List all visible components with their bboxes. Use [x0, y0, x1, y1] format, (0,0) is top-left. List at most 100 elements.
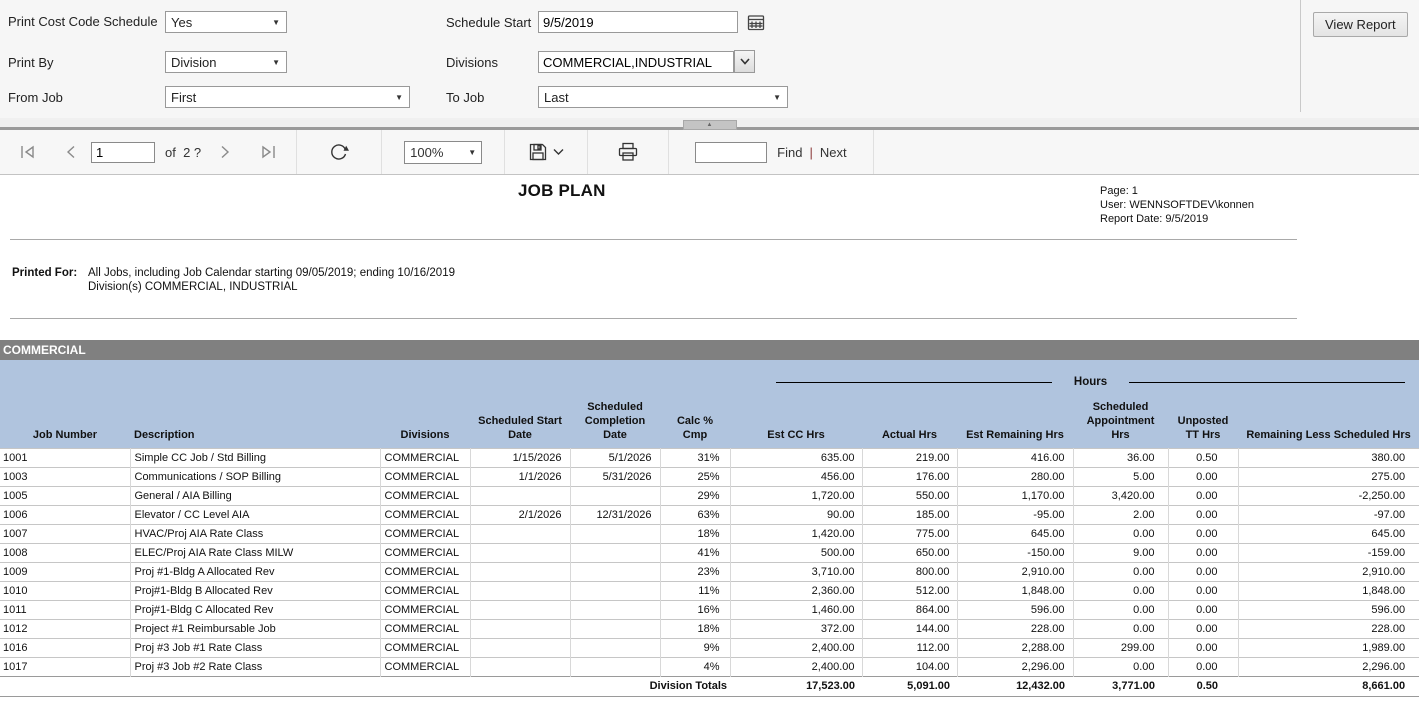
cell-scheduled-start-date [470, 619, 570, 638]
cell-remaining-less-scheduled-hrs: 596.00 [1238, 600, 1419, 619]
col-actual-hrs: Actual Hrs [862, 396, 957, 448]
view-report-button[interactable]: View Report [1313, 12, 1408, 37]
col-scheduled-start-date: Scheduled Start Date [470, 396, 570, 448]
col-est-cc-hrs: Est CC Hrs [730, 396, 862, 448]
zoom-select[interactable]: 100% ▼ [404, 141, 482, 164]
cell-actual-hrs: 512.00 [862, 581, 957, 600]
cell-divisions: COMMERCIAL [380, 448, 470, 467]
print-icon[interactable] [610, 138, 646, 166]
hours-group-spacer [0, 360, 730, 396]
toolbar-separator [873, 130, 874, 174]
total-scheduled-appointment-hrs: 3,771.00 [1073, 676, 1168, 696]
last-page-button[interactable] [253, 140, 284, 164]
cell-calc-pct-cmp: 29% [660, 486, 730, 505]
to-job-select[interactable]: Last ▼ [538, 86, 788, 108]
cell-actual-hrs: 800.00 [862, 562, 957, 581]
previous-page-button[interactable] [57, 140, 85, 164]
printed-for-block: Printed For: All Jobs, including Job Cal… [12, 266, 455, 294]
cell-actual-hrs: 104.00 [862, 657, 957, 676]
table-row: 1006Elevator / CC Level AIACOMMERCIAL2/1… [0, 505, 1419, 524]
table-row: 1011Proj#1-Bldg C Allocated RevCOMMERCIA… [0, 600, 1419, 619]
divisions-dropdown-button[interactable] [734, 50, 755, 73]
cell-unposted-tt-hrs: 0.00 [1168, 505, 1238, 524]
cell-scheduled-appointment-hrs: 36.00 [1073, 448, 1168, 467]
cell-unposted-tt-hrs: 0.00 [1168, 581, 1238, 600]
report-title: JOB PLAN [518, 181, 606, 201]
cell-unposted-tt-hrs: 0.00 [1168, 467, 1238, 486]
cell-job-number: 1016 [0, 638, 130, 657]
cell-scheduled-start-date [470, 657, 570, 676]
print-cost-code-schedule-select[interactable]: Yes ▼ [165, 11, 287, 33]
cell-unposted-tt-hrs: 0.50 [1168, 448, 1238, 467]
export-group [505, 130, 587, 174]
cell-scheduled-start-date [470, 581, 570, 600]
cell-actual-hrs: 550.00 [862, 486, 957, 505]
first-page-button[interactable] [12, 140, 43, 164]
cell-scheduled-start-date: 1/15/2026 [470, 448, 570, 467]
cell-scheduled-start-date [470, 638, 570, 657]
cell-est-remaining-hrs: 596.00 [957, 600, 1073, 619]
total-remaining-less-scheduled-hrs: 8,661.00 [1238, 676, 1419, 696]
report-toolbar: of 2 ? 100% ▼ [0, 130, 1419, 175]
cell-remaining-less-scheduled-hrs: 2,296.00 [1238, 657, 1419, 676]
cell-description: Proj #1-Bldg A Allocated Rev [130, 562, 380, 581]
cell-scheduled-start-date [470, 486, 570, 505]
cell-scheduled-completion-date [570, 638, 660, 657]
col-unposted-tt-hrs: Unposted TT Hrs [1168, 396, 1238, 448]
divisions-input[interactable] [538, 51, 734, 73]
cell-scheduled-completion-date: 5/1/2026 [570, 448, 660, 467]
schedule-start-input[interactable] [538, 11, 738, 33]
save-export-button[interactable] [521, 138, 571, 166]
print-by-label: Print By [8, 55, 54, 70]
collapse-parameters-handle[interactable]: ▲ [683, 120, 737, 130]
page-navigation-group: of 2 ? [0, 130, 296, 174]
zoom-group: 100% ▼ [382, 130, 504, 174]
cell-scheduled-completion-date [570, 543, 660, 562]
cell-description: Proj #3 Job #1 Rate Class [130, 638, 380, 657]
cell-calc-pct-cmp: 18% [660, 619, 730, 638]
cell-est-remaining-hrs: -150.00 [957, 543, 1073, 562]
cell-est-cc-hrs: 3,710.00 [730, 562, 862, 581]
page-count-label: of 2 ? [165, 145, 201, 160]
cell-description: Simple CC Job / Std Billing [130, 448, 380, 467]
next-button[interactable]: Next [820, 145, 847, 160]
chevron-down-icon: ▼ [272, 18, 280, 27]
cell-remaining-less-scheduled-hrs: 645.00 [1238, 524, 1419, 543]
cell-est-remaining-hrs: 645.00 [957, 524, 1073, 543]
cell-actual-hrs: 185.00 [862, 505, 957, 524]
hours-rule-right [1129, 382, 1405, 383]
refresh-icon[interactable] [321, 137, 357, 167]
cell-job-number: 1001 [0, 448, 130, 467]
page-number-input[interactable] [91, 142, 155, 163]
print-cost-code-schedule-label: Print Cost Code Schedule [8, 14, 158, 29]
cell-scheduled-start-date [470, 543, 570, 562]
find-input[interactable] [695, 142, 767, 163]
calendar-icon[interactable] [747, 13, 765, 34]
from-job-select[interactable]: First ▼ [165, 86, 410, 108]
table-row: 1005General / AIA BillingCOMMERCIAL29%1,… [0, 486, 1419, 505]
cell-unposted-tt-hrs: 0.00 [1168, 657, 1238, 676]
cell-scheduled-appointment-hrs: 0.00 [1073, 600, 1168, 619]
col-remaining-less-scheduled-hrs: Remaining Less Scheduled Hrs [1238, 396, 1419, 448]
total-est-cc-hrs: 17,523.00 [730, 676, 862, 696]
cell-scheduled-appointment-hrs: 0.00 [1073, 524, 1168, 543]
cell-scheduled-completion-date [570, 600, 660, 619]
cell-divisions: COMMERCIAL [380, 505, 470, 524]
next-page-button[interactable] [211, 140, 239, 164]
table-body: 1001Simple CC Job / Std BillingCOMMERCIA… [0, 448, 1419, 676]
schedule-start-label: Schedule Start [446, 15, 531, 30]
cell-scheduled-completion-date: 5/31/2026 [570, 467, 660, 486]
cell-scheduled-appointment-hrs: 0.00 [1073, 619, 1168, 638]
cell-description: Elevator / CC Level AIA [130, 505, 380, 524]
cell-divisions: COMMERCIAL [380, 638, 470, 657]
cell-est-cc-hrs: 2,360.00 [730, 581, 862, 600]
print-by-select[interactable]: Division ▼ [165, 51, 287, 73]
cell-scheduled-start-date: 1/1/2026 [470, 467, 570, 486]
cell-est-remaining-hrs: -95.00 [957, 505, 1073, 524]
cell-est-cc-hrs: 1,420.00 [730, 524, 862, 543]
table-row: 1007HVAC/Proj AIA Rate ClassCOMMERCIAL18… [0, 524, 1419, 543]
col-scheduled-appointment-hrs: Scheduled Appointment Hrs [1073, 396, 1168, 448]
find-button[interactable]: Find [777, 145, 802, 160]
cell-scheduled-appointment-hrs: 0.00 [1073, 581, 1168, 600]
table-row: 1010Proj#1-Bldg B Allocated RevCOMMERCIA… [0, 581, 1419, 600]
